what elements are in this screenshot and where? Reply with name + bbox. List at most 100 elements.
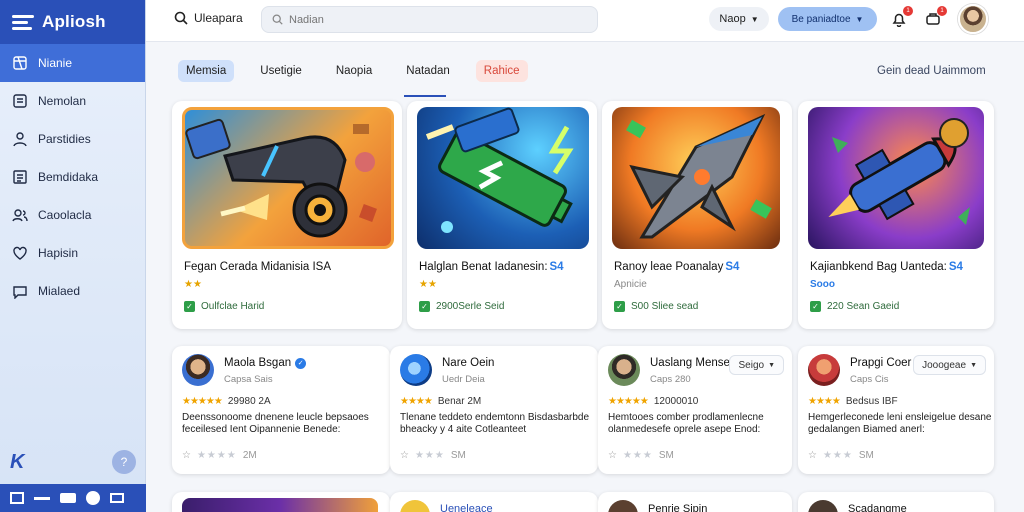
- chevron-down-icon: ▼: [768, 361, 775, 369]
- thumb-icon[interactable]: ☆: [808, 450, 817, 461]
- sidebar-item-3[interactable]: Bemdidaka: [0, 158, 145, 196]
- review-card: Uaslang Mense Caps 280 Seigo ▼ ★★★★★ 12000…: [598, 346, 792, 474]
- reviewer-name[interactable]: Maola Bsgan ✓: [224, 357, 307, 369]
- check-icon: ✓: [419, 301, 430, 312]
- review-footer: ☆ ★★★ SM: [400, 450, 466, 461]
- tab-0[interactable]: Memsia: [178, 60, 235, 82]
- chevron-down-icon: ▼: [970, 361, 977, 369]
- filter-select[interactable]: Naop ▼: [709, 7, 769, 31]
- review-footer: ☆ ★★★ SM: [808, 450, 874, 461]
- search-label[interactable]: Uleapara: [174, 11, 243, 25]
- sidebar-item-2[interactable]: Parstidies: [0, 120, 145, 158]
- reviewer-avatar[interactable]: [400, 354, 432, 386]
- sidebar-item-label: Caoolacla: [38, 208, 92, 222]
- game-stars: Sooo: [810, 279, 835, 290]
- game-meta: ✓ 2900Serle Seid: [419, 301, 504, 312]
- reviewer-name[interactable]: Nare Oein: [442, 357, 494, 369]
- verified-icon: ✓: [295, 357, 307, 369]
- game-title[interactable]: Ranoy leae Poanalay S4: [614, 261, 739, 273]
- sidebar-item-6[interactable]: Mialaed: [0, 272, 145, 310]
- people-icon: [12, 207, 28, 223]
- bottom-card-label: Penrie Sipin: [648, 503, 708, 512]
- game-thumbnail-battery[interactable]: [417, 107, 589, 249]
- reviewer-avatar[interactable]: [808, 354, 840, 386]
- reviewer-name[interactable]: Uaslang Mense: [650, 357, 730, 369]
- cart-button[interactable]: 1: [923, 6, 947, 29]
- thumb-icon[interactable]: ☆: [182, 450, 191, 461]
- check-icon: ✓: [184, 301, 195, 312]
- game-card[interactable]: Ranoy leae Poanalay S4 Apnicie ✓ S00 Sliee…: [602, 101, 792, 329]
- minus-icon[interactable]: [34, 496, 50, 500]
- game-card[interactable]: Halglan Benat Iadanesin: S4 ★★ ✓ 2900Serle…: [407, 101, 597, 329]
- tab-1[interactable]: Usetigie: [252, 60, 310, 82]
- game-stars: ★★: [184, 279, 202, 290]
- reviewer-name[interactable]: Prapgi Coer: [850, 357, 911, 369]
- view-all-link[interactable]: Gein dead Uaimmom: [877, 65, 986, 77]
- review-text: Hemtooes comber prodlamenlecne olanmedes…: [608, 412, 764, 435]
- game-stars: ★★: [419, 279, 437, 290]
- star-rating-icon: ★★★★: [808, 396, 841, 407]
- reviewer-subtitle: Caps 280: [650, 374, 691, 385]
- search-box[interactable]: [261, 6, 598, 33]
- window-icon[interactable]: [10, 492, 24, 504]
- folder-icon[interactable]: [60, 493, 76, 503]
- sidebar-item-label: Mialaed: [38, 284, 81, 298]
- tab-4[interactable]: Rahice: [475, 60, 528, 82]
- sidebar-item-4[interactable]: Caoolacla: [0, 196, 145, 234]
- primary-dropdown-button[interactable]: Be paniadtoe ▼: [778, 7, 877, 31]
- search-label-text: Uleapara: [194, 11, 243, 25]
- reviewer-avatar[interactable]: [608, 354, 640, 386]
- list-icon: [12, 93, 28, 109]
- help-icon[interactable]: ?: [112, 450, 136, 474]
- review-rating: ★★★★ Benar 2M: [400, 396, 482, 407]
- bottom-card[interactable]: Ueneleace: [390, 492, 598, 512]
- review-card: Maola Bsgan ✓ Capsa Sais ★★★★★ 29980 2A De…: [172, 346, 390, 474]
- sidebar-item-1[interactable]: Nemolan: [0, 82, 145, 120]
- user-icon: [12, 131, 28, 147]
- brand-logo-icon: [12, 13, 34, 31]
- review-card: Prapgi Coer Caps Cis Jooogeae ▼ ★★★★ Bedsu…: [798, 346, 994, 474]
- cart-badge: 1: [937, 6, 947, 16]
- bottom-card[interactable]: [172, 492, 390, 512]
- game-meta: ✓ S00 Sliee sead: [614, 301, 698, 312]
- review-rating: ★★★★ Bedsus IBF: [808, 396, 898, 407]
- sidebar: Apliosh Nianie Nemolan Parstidies Bemdid…: [0, 0, 146, 512]
- game-card[interactable]: Kajianbkend Bag Uanteda: S4 Sooo ✓ 220 Sea…: [798, 101, 994, 329]
- sidebar-item-0[interactable]: Nianie: [0, 44, 145, 82]
- game-card[interactable]: Fegan Cerada Midanisia ISA ★★ ✓ Oulfclae …: [172, 101, 402, 329]
- tab-icon[interactable]: [110, 493, 124, 503]
- search-icon: [174, 11, 188, 25]
- check-icon: ✓: [810, 301, 821, 312]
- game-thumbnail-rocket[interactable]: [808, 107, 984, 249]
- bottom-card[interactable]: Scadangme: [798, 492, 994, 512]
- review-rating: ★★★★★ 12000010: [608, 396, 699, 407]
- game-title[interactable]: Fegan Cerada Midanisia ISA: [184, 261, 331, 273]
- star-rating-icon: ★★★★★: [182, 396, 223, 407]
- search-input[interactable]: [289, 13, 569, 26]
- thumb-icon[interactable]: ☆: [608, 450, 617, 461]
- review-text: Tlenane teddeto endemtonn Bisdasbarbde b…: [400, 412, 590, 435]
- sidebar-item-label: Nemolan: [38, 94, 87, 108]
- game-thumbnail-spaceship[interactable]: [612, 107, 780, 249]
- globe-icon[interactable]: [86, 491, 100, 505]
- game-title[interactable]: Halglan Benat Iadanesin: S4: [419, 261, 564, 273]
- tab-3[interactable]: Natadan: [398, 60, 457, 82]
- bottom-card-avatar: [608, 500, 638, 512]
- game-thumbnail-cannon[interactable]: [182, 107, 394, 249]
- brand-header[interactable]: Apliosh: [0, 0, 145, 44]
- review-action-button[interactable]: Seigo ▼: [729, 355, 784, 375]
- sidebar-bottom: K ?: [10, 448, 136, 476]
- sidebar-item-5[interactable]: Hapisin: [0, 234, 145, 272]
- notification-button[interactable]: 1: [889, 6, 913, 29]
- primary-button-label: Be paniadtoe: [791, 13, 851, 25]
- thumb-icon[interactable]: ☆: [400, 450, 409, 461]
- reviewer-avatar[interactable]: [182, 354, 214, 386]
- game-subtitle: Apnicie: [614, 279, 647, 290]
- user-avatar[interactable]: [958, 4, 988, 34]
- review-action-button[interactable]: Jooogeae ▼: [913, 355, 986, 375]
- game-title[interactable]: Kajianbkend Bag Uanteda: S4: [810, 261, 963, 273]
- k-logo-icon[interactable]: K: [10, 451, 24, 474]
- bottom-card[interactable]: Penrie Sipin: [598, 492, 792, 512]
- category-tabs: Memsia Usetigie Naopia Natadan Rahice: [178, 60, 546, 82]
- tab-2[interactable]: Naopia: [328, 60, 380, 82]
